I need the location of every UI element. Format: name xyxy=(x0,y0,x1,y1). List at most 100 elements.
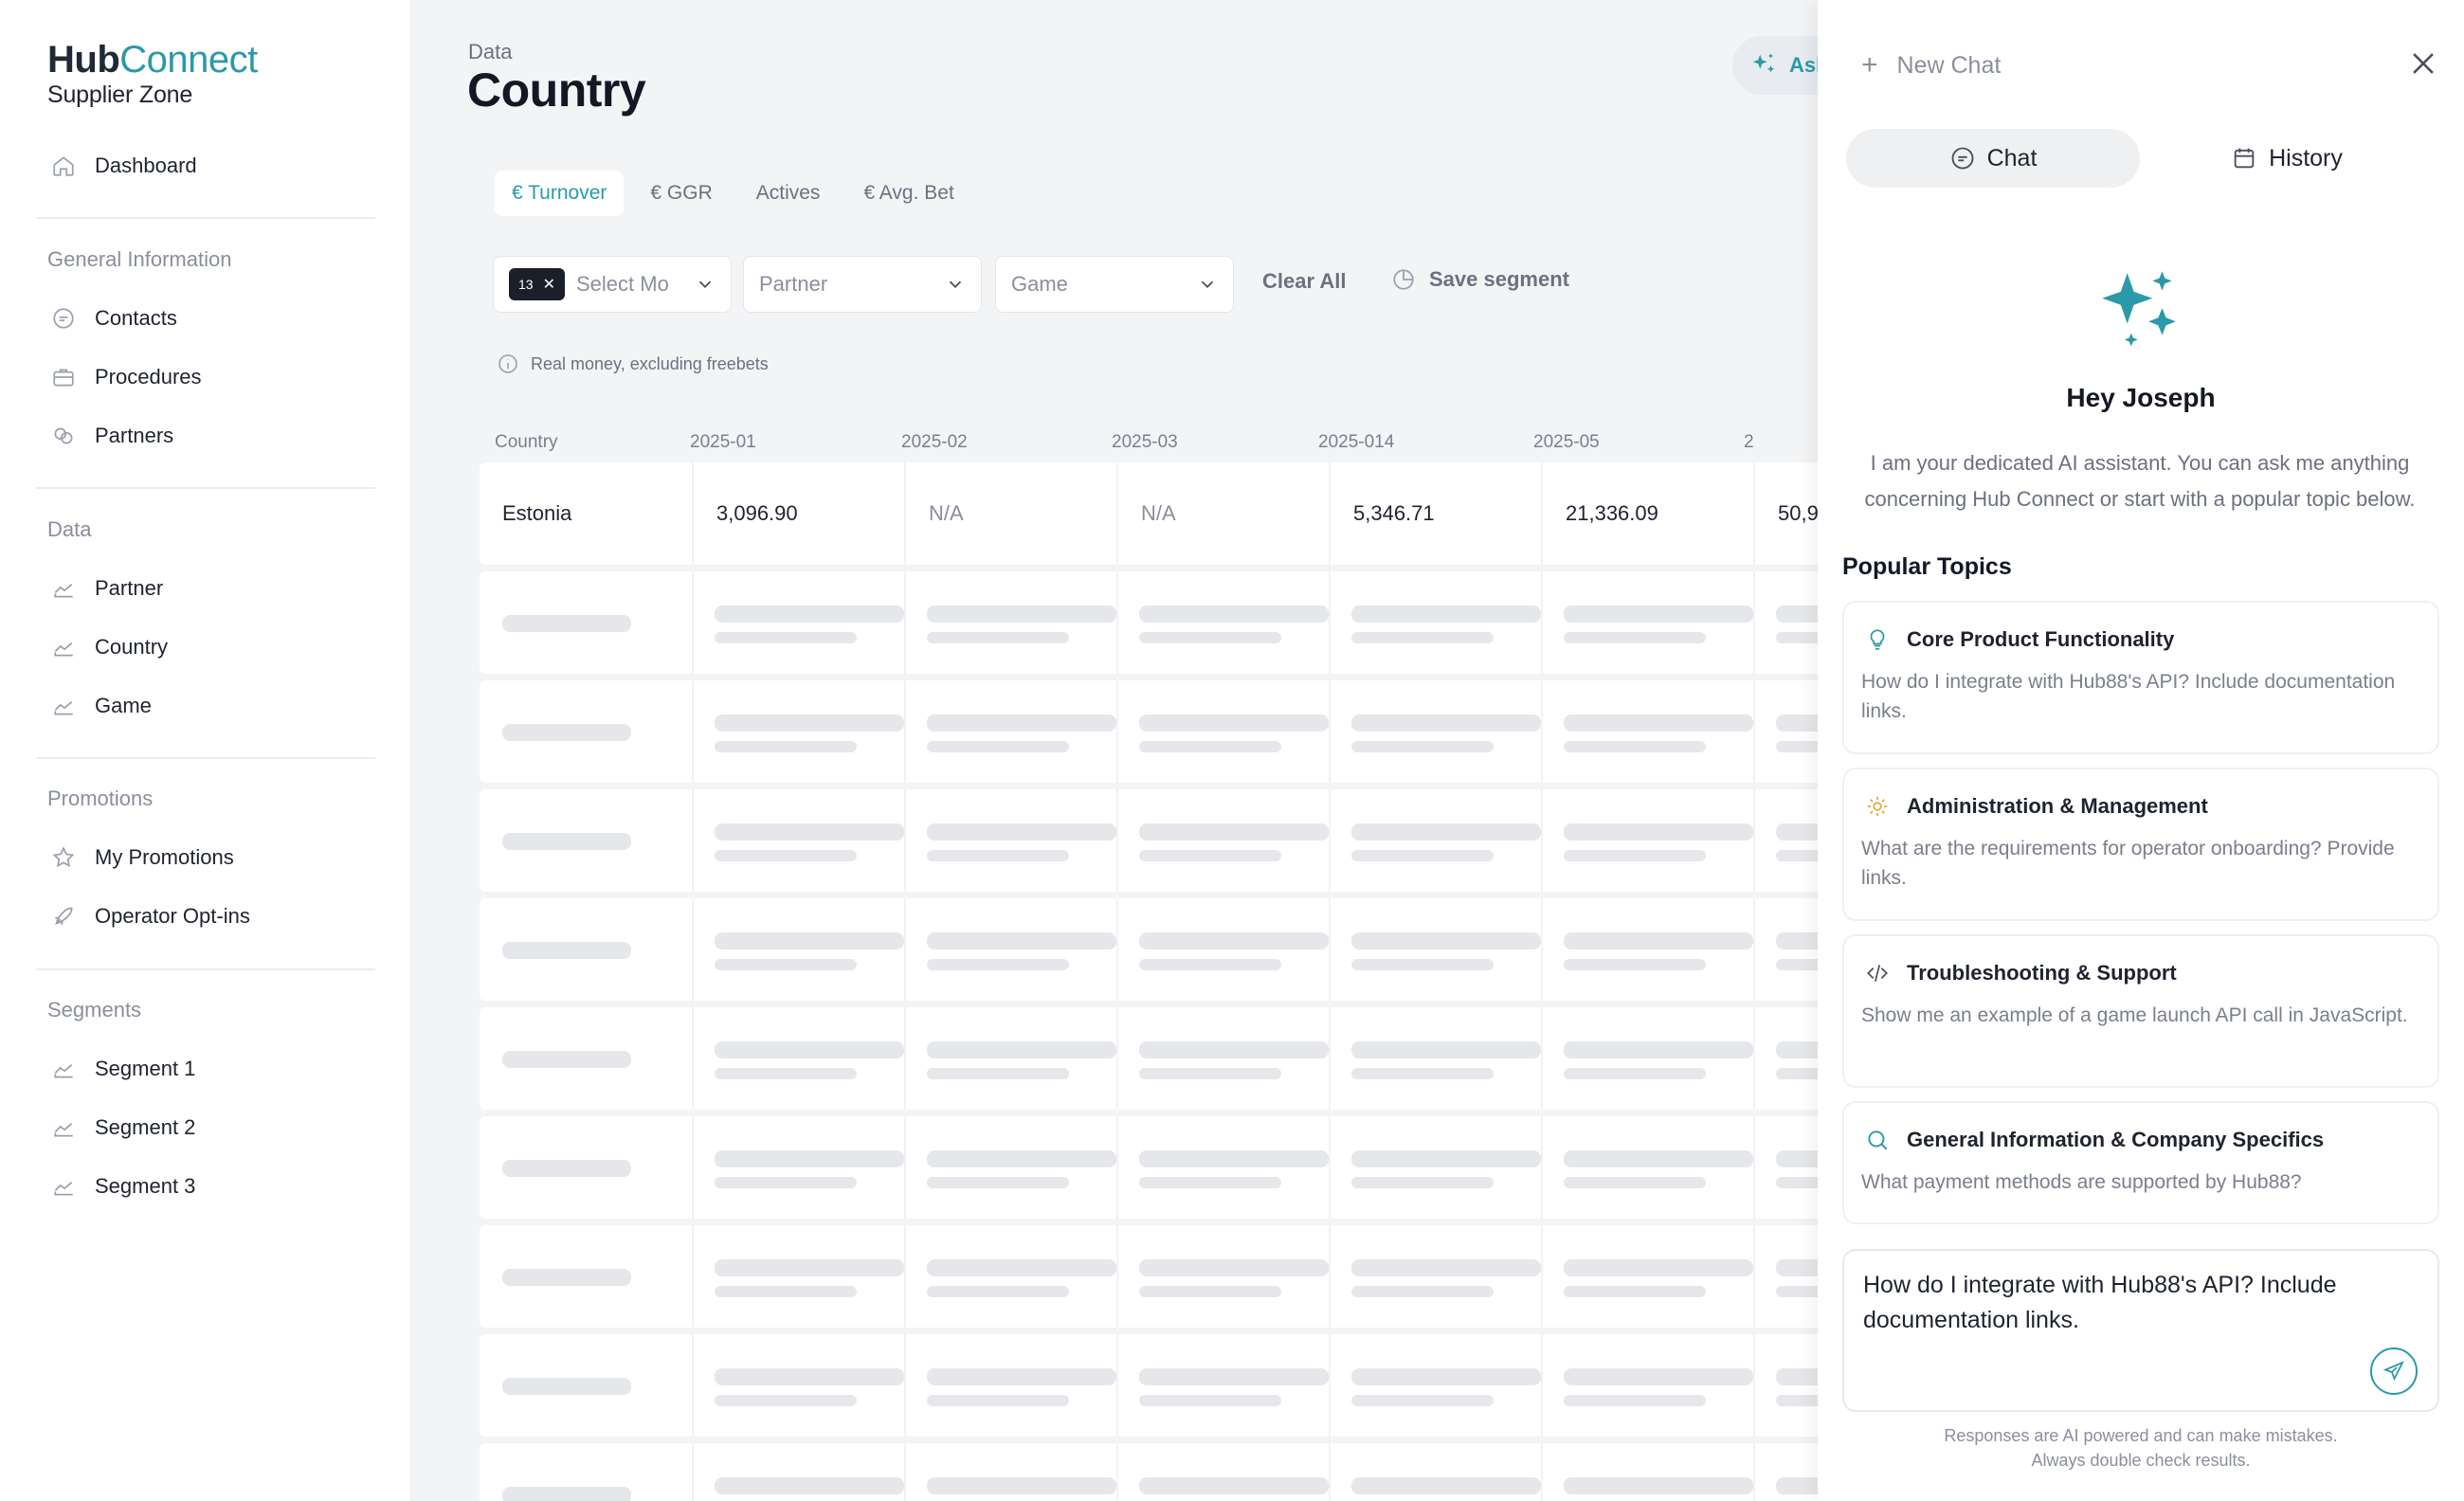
topic-card-administration[interactable]: Administration & Management What are the… xyxy=(1842,768,2439,921)
partner-filter-select[interactable]: Partner xyxy=(743,256,982,313)
tab-avg-bet[interactable]: € Avg. Bet xyxy=(846,171,970,216)
sidebar-item-dashboard[interactable]: Dashboard xyxy=(49,147,197,185)
ask-ai-button[interactable]: Ask xyxy=(1732,36,1818,95)
skeleton-line xyxy=(1351,1259,1541,1276)
close-icon[interactable] xyxy=(2407,47,2439,80)
skeleton-line xyxy=(1351,632,1494,643)
skeleton-line xyxy=(715,632,857,643)
home-icon xyxy=(49,152,78,180)
sidebar-item-contacts[interactable]: Contacts xyxy=(49,299,177,337)
save-segment-button[interactable]: Save segment xyxy=(1391,267,1569,292)
skeleton-line xyxy=(927,932,1116,949)
save-segment-label: Save segment xyxy=(1429,267,1569,291)
month-placeholder: Select Mo xyxy=(575,272,669,296)
skeleton-line xyxy=(927,1068,1069,1079)
tab-history[interactable]: History xyxy=(2140,129,2434,188)
chart-icon xyxy=(49,1172,78,1201)
code-icon xyxy=(1863,959,1892,987)
skeleton-line xyxy=(1351,1286,1494,1297)
table-cell: 50,9 xyxy=(1753,462,1818,565)
column-header[interactable]: 2025-02 xyxy=(901,419,968,466)
skeleton-line xyxy=(502,1378,631,1395)
topic-card-core-product[interactable]: Core Product Functionality How do I inte… xyxy=(1842,601,2439,754)
sidebar-item-label: Game xyxy=(95,694,152,717)
column-header-country[interactable]: Country xyxy=(495,419,558,466)
section-promotions: Promotions xyxy=(47,787,154,810)
sidebar-item-my-promotions[interactable]: My Promotions xyxy=(49,839,234,877)
game-filter-select[interactable]: Game xyxy=(995,256,1234,313)
chat-composer[interactable]: How do I integrate with Hub88's API? Inc… xyxy=(1842,1249,2439,1412)
pie-clock-icon xyxy=(1393,269,1414,290)
sidebar-item-segment-3[interactable]: Segment 3 xyxy=(49,1167,195,1205)
skeleton-line xyxy=(1564,714,1753,732)
column-header[interactable]: 2 xyxy=(1744,419,1754,466)
send-button[interactable] xyxy=(2370,1347,2418,1395)
column-header[interactable]: 2025-014 xyxy=(1318,419,1394,466)
topic-card-troubleshooting[interactable]: Troubleshooting & Support Show me an exa… xyxy=(1842,934,2439,1088)
skeleton-line xyxy=(1564,823,1753,841)
skeleton-line xyxy=(715,1395,857,1406)
topic-card-general-information[interactable]: General Information & Company Specifics … xyxy=(1842,1101,2439,1224)
table-cell: 3,096.90 xyxy=(692,462,904,565)
skeleton-line xyxy=(1776,1150,1818,1167)
tab-ggr[interactable]: € GGR xyxy=(633,171,729,216)
tab-turnover[interactable]: € Turnover xyxy=(495,171,625,216)
skeleton-line xyxy=(715,1177,857,1188)
sidebar-divider xyxy=(36,487,375,489)
column-header[interactable]: 2025-01 xyxy=(690,419,756,466)
skeleton-line xyxy=(1564,606,1753,623)
sidebar-item-segment-2[interactable]: Segment 2 xyxy=(49,1109,195,1147)
sidebar-item-label: Segment 2 xyxy=(95,1115,196,1139)
skeleton-line xyxy=(1564,1395,1706,1406)
sidebar-item-operator-opt-ins[interactable]: Operator Opt-ins xyxy=(49,897,250,935)
sidebar-item-label: Partner xyxy=(95,576,164,600)
topic-description: Show me an example of a game launch API … xyxy=(1861,1004,2408,1026)
sidebar-item-country[interactable]: Country xyxy=(49,628,168,666)
chip-remove-icon[interactable]: ✕ xyxy=(543,275,555,294)
topic-title: General Information & Company Specifics xyxy=(1907,1128,2325,1151)
logo-connect-text: Connect xyxy=(119,39,258,81)
sidebar-item-procedures[interactable]: Procedures xyxy=(49,358,202,396)
month-count-chip[interactable]: 13 ✕ xyxy=(509,268,565,300)
skeleton-line xyxy=(715,1286,857,1297)
sidebar-item-game[interactable]: Game xyxy=(49,687,152,725)
skeleton-line xyxy=(1139,1177,1281,1188)
table-cell-country: Estonia xyxy=(502,501,572,525)
topic-description: What payment methods are supported by Hu… xyxy=(1861,1171,2302,1193)
skeleton-line xyxy=(1564,1286,1706,1297)
skeleton-line xyxy=(502,942,631,959)
chip-count: 13 xyxy=(518,277,534,292)
sidebar-item-partners[interactable]: Partners xyxy=(49,417,173,455)
skeleton-line xyxy=(927,632,1069,643)
skeleton-line xyxy=(1564,932,1753,949)
skeleton-line xyxy=(1351,1395,1494,1406)
column-header[interactable]: 2025-05 xyxy=(1533,419,1600,466)
section-data: Data xyxy=(47,517,92,541)
skeleton-line xyxy=(1139,1068,1281,1079)
skeleton-row xyxy=(480,680,1818,783)
metric-tabs: € Turnover € GGR Actives € Avg. Bet xyxy=(495,171,971,216)
skeleton-line xyxy=(1139,932,1329,949)
sidebar-item-partner[interactable]: Partner xyxy=(49,570,163,607)
new-chat-button[interactable]: + New Chat xyxy=(1861,49,2001,81)
popular-topics-title: Popular Topics xyxy=(1842,553,2012,580)
partner-placeholder: Partner xyxy=(759,272,828,296)
chat-input[interactable]: How do I integrate with Hub88's API? Inc… xyxy=(1863,1268,2394,1338)
tab-chat[interactable]: Chat xyxy=(1846,129,2140,188)
skeleton-line xyxy=(1776,1395,1818,1406)
logo[interactable]: HubConnect Supplier Zone xyxy=(47,38,258,109)
skeleton-line xyxy=(1351,1041,1541,1058)
gear-icon xyxy=(1863,792,1892,821)
skeleton-line xyxy=(927,850,1069,861)
skeleton-line xyxy=(1776,932,1818,949)
info-note: Real money, excluding freebets xyxy=(497,353,769,375)
table-row[interactable]: Estonia 3,096.90 N/A N/A 5,346.71 21,336… xyxy=(480,462,1818,565)
sidebar-item-segment-1[interactable]: Segment 1 xyxy=(49,1050,195,1088)
month-filter-select[interactable]: 13 ✕ Select Mo xyxy=(493,256,732,313)
tab-actives[interactable]: Actives xyxy=(739,171,838,216)
skeleton-line xyxy=(1351,1177,1494,1188)
clear-all-button[interactable]: Clear All xyxy=(1262,269,1346,294)
skeleton-line xyxy=(1139,606,1329,623)
breadcrumb[interactable]: Data xyxy=(468,40,512,64)
column-header[interactable]: 2025-03 xyxy=(1112,419,1178,466)
